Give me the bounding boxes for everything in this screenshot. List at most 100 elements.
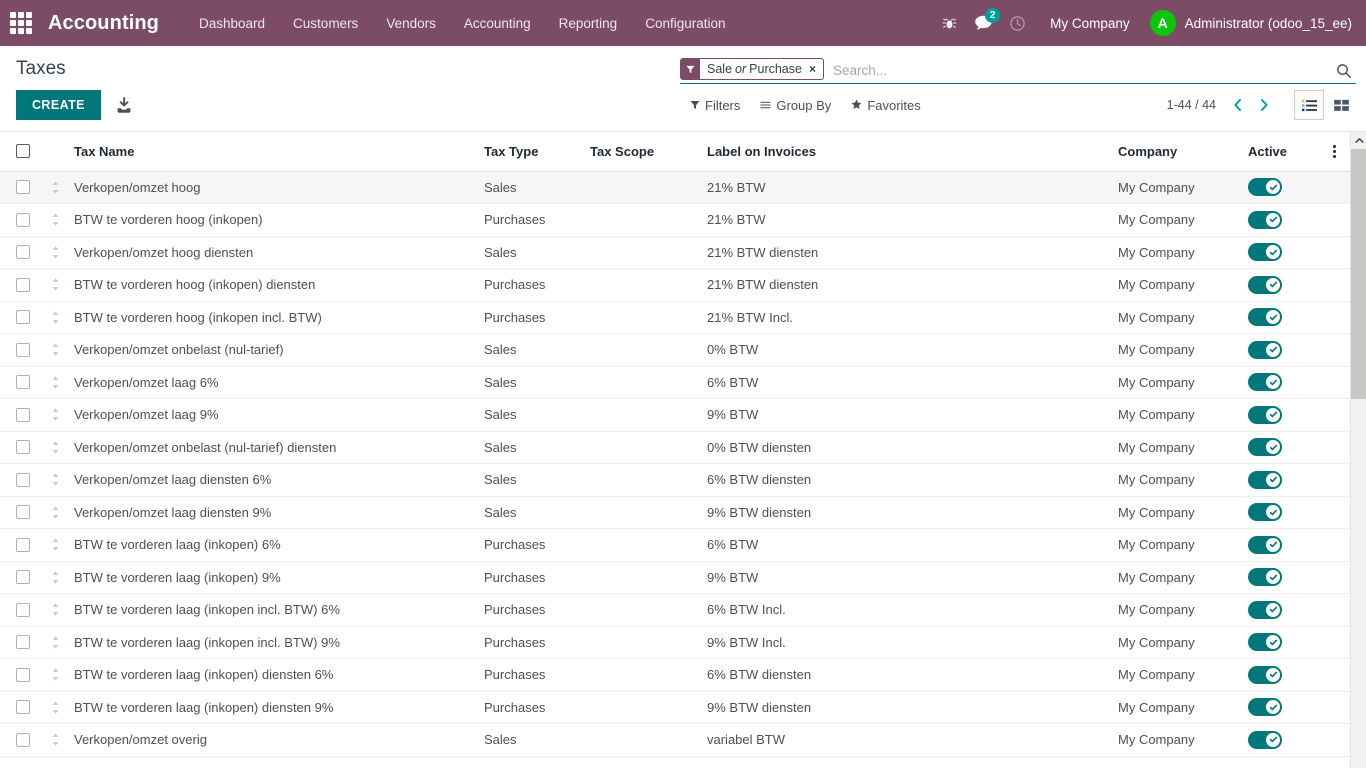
active-toggle[interactable] [1248, 633, 1282, 652]
apps-grid-icon[interactable] [8, 10, 34, 36]
company-switcher[interactable]: My Company [1034, 16, 1146, 31]
table-row[interactable]: Verkopen/omzet hoog Sales 21% BTW My Compan… [0, 171, 1350, 204]
column-header-active[interactable]: Active [1240, 132, 1318, 172]
import-icon[interactable] [115, 96, 133, 114]
column-header-tax-type[interactable]: Tax Type [476, 132, 582, 172]
table-row[interactable]: BTW te vorderen laag (inkopen) diensten … [0, 691, 1350, 724]
kanban-view-icon[interactable] [1326, 90, 1356, 120]
row-checkbox[interactable] [16, 440, 30, 455]
row-checkbox[interactable] [16, 570, 30, 585]
column-header-company[interactable]: Company [1110, 132, 1240, 172]
sort-handle-icon[interactable] [52, 668, 58, 681]
app-brand-title[interactable]: Accounting [48, 12, 159, 35]
table-row[interactable]: Verkopen/omzet onbelast (nul-tarief) Sale… [0, 333, 1350, 367]
table-row[interactable]: Verkopen/omzet laag 6% Sales 6% BTW My Comp… [0, 366, 1350, 399]
row-checkbox[interactable] [16, 472, 30, 487]
bug-icon[interactable] [932, 0, 966, 46]
active-toggle[interactable] [1248, 405, 1282, 424]
vertical-scrollbar[interactable] [1350, 132, 1366, 768]
sort-handle-icon[interactable] [52, 278, 58, 291]
nav-item-dashboard[interactable]: Dashboard [185, 2, 279, 45]
sort-handle-icon[interactable] [52, 473, 58, 486]
sort-handle-icon[interactable] [52, 506, 58, 519]
active-toggle[interactable] [1248, 243, 1282, 262]
row-checkbox[interactable] [16, 505, 30, 520]
nav-item-configuration[interactable]: Configuration [631, 2, 739, 45]
table-row[interactable]: BTW te vorderen laag (inkopen) diensten … [0, 658, 1350, 692]
chevron-up-icon[interactable] [1351, 132, 1366, 149]
active-toggle[interactable] [1248, 698, 1282, 717]
active-toggle[interactable] [1248, 665, 1282, 684]
row-checkbox[interactable] [16, 277, 30, 292]
table-row[interactable]: Verkopen/omzet hoog diensten Sales 21% BTW… [0, 236, 1350, 269]
table-row[interactable]: BTW te vorderen hoog (inkopen incl. BTW)… [0, 301, 1350, 334]
sort-handle-icon[interactable] [52, 701, 58, 714]
active-toggle[interactable] [1248, 503, 1282, 522]
table-row[interactable]: BTW te vorderen hoog (inkopen) Purchases 2… [0, 203, 1350, 237]
row-checkbox[interactable] [16, 407, 30, 422]
filters-dropdown[interactable]: Filters [680, 93, 750, 118]
table-row[interactable]: Verkopen/omzet laag diensten 9% Sales 9% B… [0, 496, 1350, 529]
create-button[interactable]: CREATE [16, 90, 101, 120]
row-checkbox[interactable] [16, 310, 30, 325]
nav-item-vendors[interactable]: Vendors [372, 2, 450, 45]
active-toggle[interactable] [1248, 308, 1282, 327]
active-toggle[interactable] [1248, 373, 1282, 392]
nav-item-customers[interactable]: Customers [279, 2, 372, 45]
sort-handle-icon[interactable] [52, 376, 58, 389]
clock-icon[interactable] [1000, 0, 1034, 46]
table-row[interactable]: BTW te vorderen laag (inkopen) 9% Purchas… [0, 561, 1350, 594]
table-row[interactable]: BTW te vorderen hoog (inkopen) diensten P… [0, 268, 1350, 302]
column-header-label-on-invoices[interactable]: Label on Invoices [699, 132, 1110, 172]
search-icon[interactable] [1328, 58, 1356, 83]
row-checkbox[interactable] [16, 180, 30, 195]
chevron-right-icon[interactable] [1252, 92, 1276, 118]
active-toggle[interactable] [1248, 730, 1282, 749]
column-header-tax-scope[interactable]: Tax Scope [582, 132, 699, 172]
row-checkbox[interactable] [16, 635, 30, 650]
table-row[interactable]: BTW te vorderen laag (inkopen incl. BTW)… [0, 626, 1350, 659]
chevron-left-icon[interactable] [1226, 92, 1250, 118]
sort-handle-icon[interactable] [52, 538, 58, 551]
row-checkbox[interactable] [16, 537, 30, 552]
row-checkbox[interactable] [16, 375, 30, 390]
sort-handle-icon[interactable] [52, 441, 58, 454]
active-toggle[interactable] [1248, 568, 1282, 587]
sort-handle-icon[interactable] [52, 603, 58, 616]
row-checkbox[interactable] [16, 700, 30, 715]
list-view-icon[interactable] [1294, 90, 1324, 120]
row-checkbox[interactable] [16, 602, 30, 617]
select-all-checkbox[interactable] [16, 144, 30, 159]
sort-handle-icon[interactable] [52, 311, 58, 324]
scrollbar-thumb[interactable] [1351, 149, 1366, 399]
row-checkbox[interactable] [16, 245, 30, 260]
column-header-tax-name[interactable]: Tax Name [66, 132, 476, 172]
nav-item-reporting[interactable]: Reporting [545, 2, 632, 45]
sort-handle-icon[interactable] [52, 213, 58, 226]
sort-handle-icon[interactable] [52, 571, 58, 584]
search-facet-sale-or-purchase[interactable]: Sale or Purchase × [680, 58, 824, 80]
search-input[interactable] [823, 58, 1328, 83]
active-toggle[interactable] [1248, 600, 1282, 619]
active-toggle[interactable] [1248, 275, 1282, 294]
sort-handle-icon[interactable] [52, 408, 58, 421]
facet-remove-icon[interactable]: × [809, 59, 823, 79]
active-toggle[interactable] [1248, 438, 1282, 457]
sort-handle-icon[interactable] [52, 181, 58, 194]
sort-handle-icon[interactable] [52, 636, 58, 649]
active-toggle[interactable] [1248, 535, 1282, 554]
row-checkbox[interactable] [16, 667, 30, 682]
row-checkbox[interactable] [16, 212, 30, 227]
nav-item-accounting[interactable]: Accounting [450, 2, 545, 45]
table-row[interactable]: Verkopen/omzet laag diensten 6% Sales 6% B… [0, 463, 1350, 497]
active-toggle[interactable] [1248, 470, 1282, 489]
group-by-dropdown[interactable]: Group By [750, 93, 841, 118]
messages-icon[interactable]: 2 [966, 0, 1001, 46]
active-toggle[interactable] [1248, 210, 1282, 229]
table-row[interactable]: Verkopen/omzet onbelast (nul-tarief) die… [0, 431, 1350, 464]
table-row[interactable]: Verkopen/omzet overig Sales variabel BTW My… [0, 723, 1350, 757]
favorites-dropdown[interactable]: Favorites [841, 93, 930, 118]
row-checkbox[interactable] [16, 342, 30, 357]
sort-handle-icon[interactable] [52, 343, 58, 356]
sort-handle-icon[interactable] [52, 733, 58, 746]
